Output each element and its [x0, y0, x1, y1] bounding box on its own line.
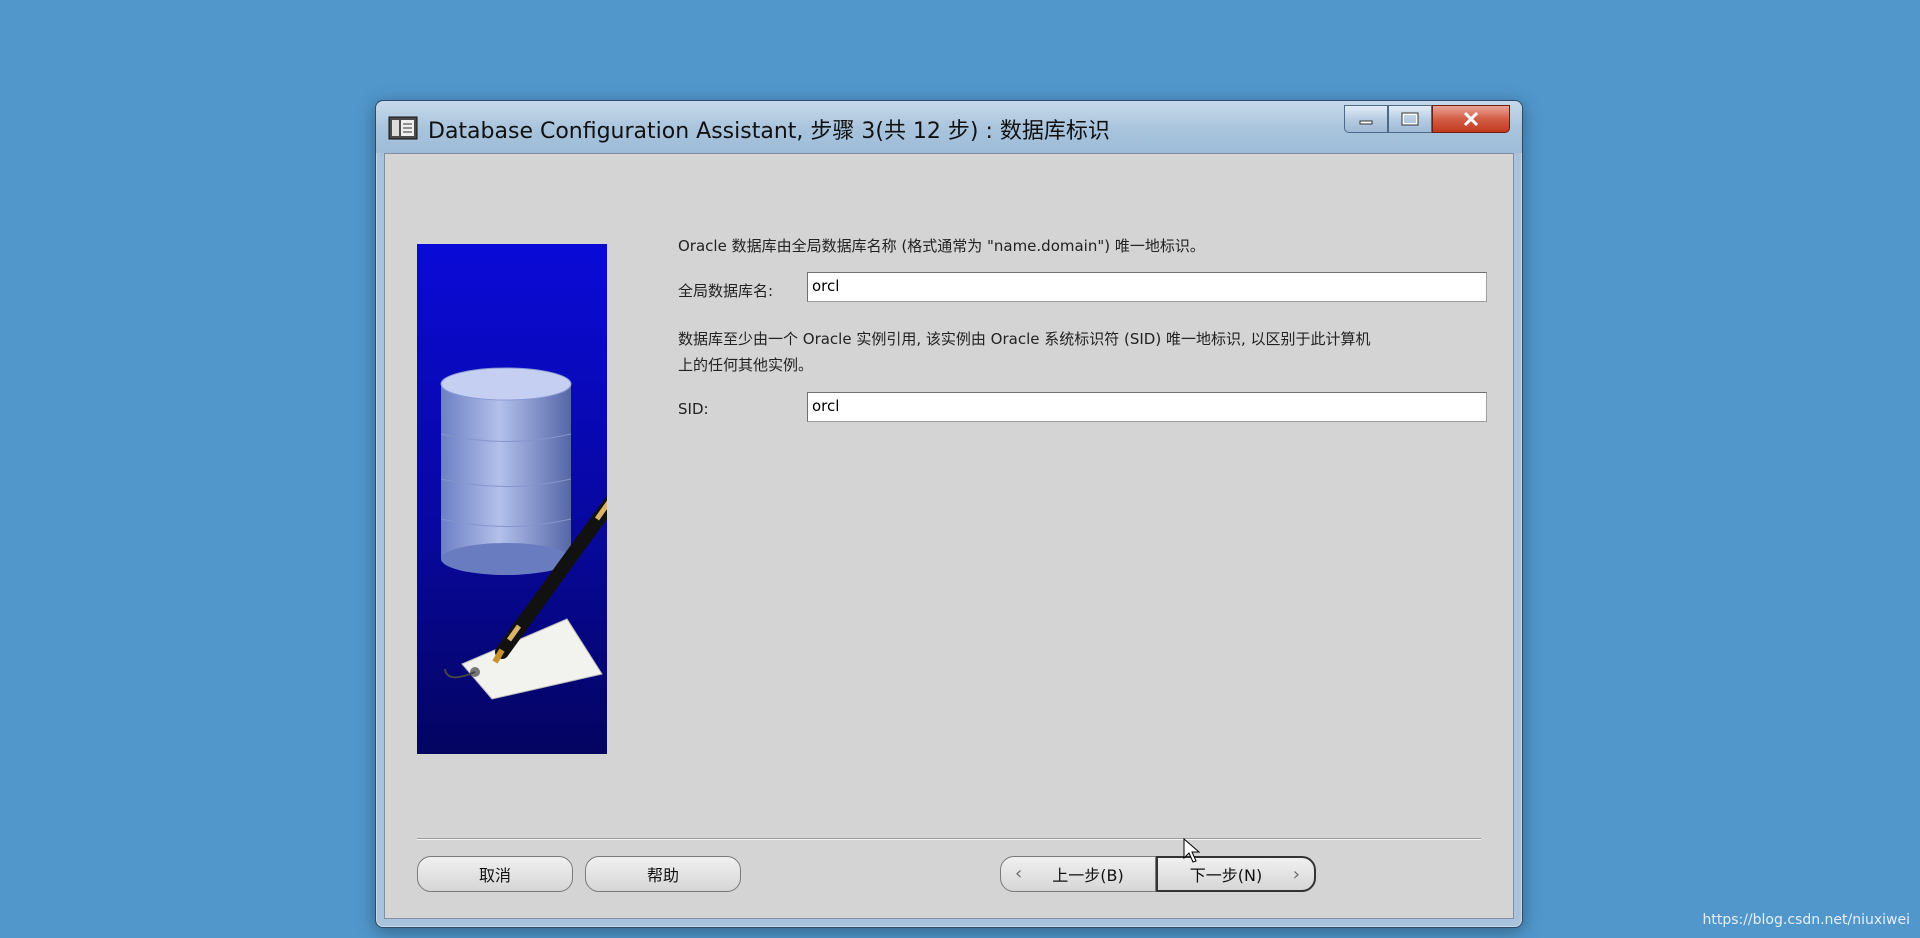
help-button[interactable]: 帮助 [585, 856, 741, 892]
back-button-label: 上一步(B) [1052, 866, 1124, 885]
watermark-text: https://blog.csdn.net/niuxiwei [1702, 912, 1910, 928]
sid-input[interactable]: orcl [807, 392, 1487, 422]
app-icon [388, 115, 418, 141]
minimize-button[interactable] [1344, 105, 1388, 133]
chevron-left-icon: ‹ [1015, 863, 1023, 884]
mouse-cursor-icon [1183, 837, 1201, 868]
close-icon [1463, 111, 1479, 127]
global-db-name-label: 全局数据库名: [678, 282, 774, 300]
dbca-window: Database Configuration Assistant, 步骤 3(共… [375, 100, 1523, 928]
chevron-right-icon: › [1292, 864, 1300, 885]
next-button[interactable]: 下一步(N) › [1156, 856, 1316, 892]
button-separator [417, 838, 1481, 840]
global-db-name-input[interactable]: orcl [807, 272, 1487, 302]
title-bar[interactable]: Database Configuration Assistant, 步骤 3(共… [376, 101, 1522, 153]
sid-label: SID: [678, 400, 709, 418]
dialog-client-area: Oracle 数据库由全局数据库名称 (格式通常为 "name.domain")… [384, 153, 1514, 919]
caption-buttons [1344, 105, 1510, 133]
sid-description-line2: 上的任何其他实例。 [678, 356, 814, 374]
close-button[interactable] [1432, 105, 1510, 133]
maximize-button[interactable] [1388, 105, 1432, 133]
window-title: Database Configuration Assistant, 步骤 3(共… [428, 119, 1110, 144]
database-illustration [417, 244, 649, 754]
maximize-icon [1401, 112, 1419, 126]
sid-description-line1: 数据库至少由一个 Oracle 实例引用, 该实例由 Oracle 系统标识符 … [678, 330, 1371, 348]
cancel-button[interactable]: 取消 [417, 856, 573, 892]
intro-text: Oracle 数据库由全局数据库名称 (格式通常为 "name.domain")… [678, 237, 1205, 255]
minimize-icon [1359, 120, 1373, 125]
back-button[interactable]: ‹ 上一步(B) [1000, 856, 1156, 892]
